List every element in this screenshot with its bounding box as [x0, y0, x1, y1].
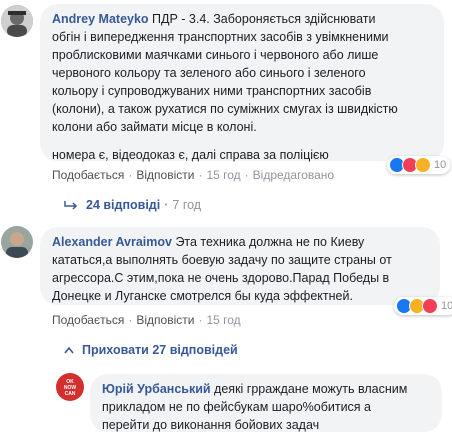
comment-author[interactable]: Alexander Avraimov: [52, 235, 172, 249]
hide-replies-label[interactable]: Приховати 27 відповідей: [82, 343, 238, 357]
edited-label[interactable]: Відредаговано: [253, 168, 334, 182]
comment-actions: Подобається · Відповісти · 15 год: [52, 313, 241, 327]
sad-reaction-icon: [415, 157, 431, 173]
replies-time: 7 год: [172, 198, 202, 212]
replies-count[interactable]: 24 відповіді: [86, 198, 160, 212]
user-photo-icon: [1, 226, 33, 258]
reply-avatar[interactable]: OK NOW CAN: [56, 373, 84, 401]
view-replies-link[interactable]: 24 відповіді · 7 год: [64, 198, 201, 212]
reply-arrow-icon: [64, 201, 78, 210]
reaction-summary[interactable]: 10: [387, 156, 451, 174]
reaction-summary[interactable]: 10: [394, 297, 452, 315]
comment-actions: Подобається · Відповісти · 15 год · Відредагов…: [52, 168, 335, 182]
reply-bubble: Юрій Урбанський деякі грраждане можуть в…: [90, 374, 442, 432]
avatar-text: OK NOW CAN: [63, 379, 77, 397]
love-reaction-icon: [422, 298, 438, 314]
reaction-count: 10: [441, 300, 452, 312]
like-link[interactable]: Подобається: [52, 168, 124, 182]
comment-bubble: Andrey Mateyko ПДР - 3.4. Забороняється …: [40, 4, 444, 162]
comment-text-2: номера є, відеодоказ є, далі справа за п…: [52, 148, 329, 162]
reply-author[interactable]: Юрій Урбанський: [102, 382, 211, 396]
comment-author[interactable]: Andrey Mateyko: [52, 12, 149, 26]
reply-link[interactable]: Відповісти: [136, 313, 194, 327]
avatar[interactable]: [1, 226, 33, 258]
avatar[interactable]: [1, 5, 33, 37]
reaction-count: 10: [434, 159, 447, 171]
reply-link[interactable]: Відповісти: [136, 168, 194, 182]
user-photo-icon: [1, 5, 33, 37]
comment-bubble: Alexander Avraimov Эта техника должна не…: [40, 227, 440, 305]
timestamp[interactable]: 15 год: [206, 313, 240, 327]
comment-text: ПДР - 3.4. Забороняється здійснювати обг…: [52, 12, 398, 134]
chevron-up-icon: [64, 346, 74, 354]
timestamp[interactable]: 15 год: [206, 168, 240, 182]
hide-replies-link[interactable]: Приховати 27 відповідей: [64, 343, 238, 357]
like-link[interactable]: Подобається: [52, 313, 124, 327]
